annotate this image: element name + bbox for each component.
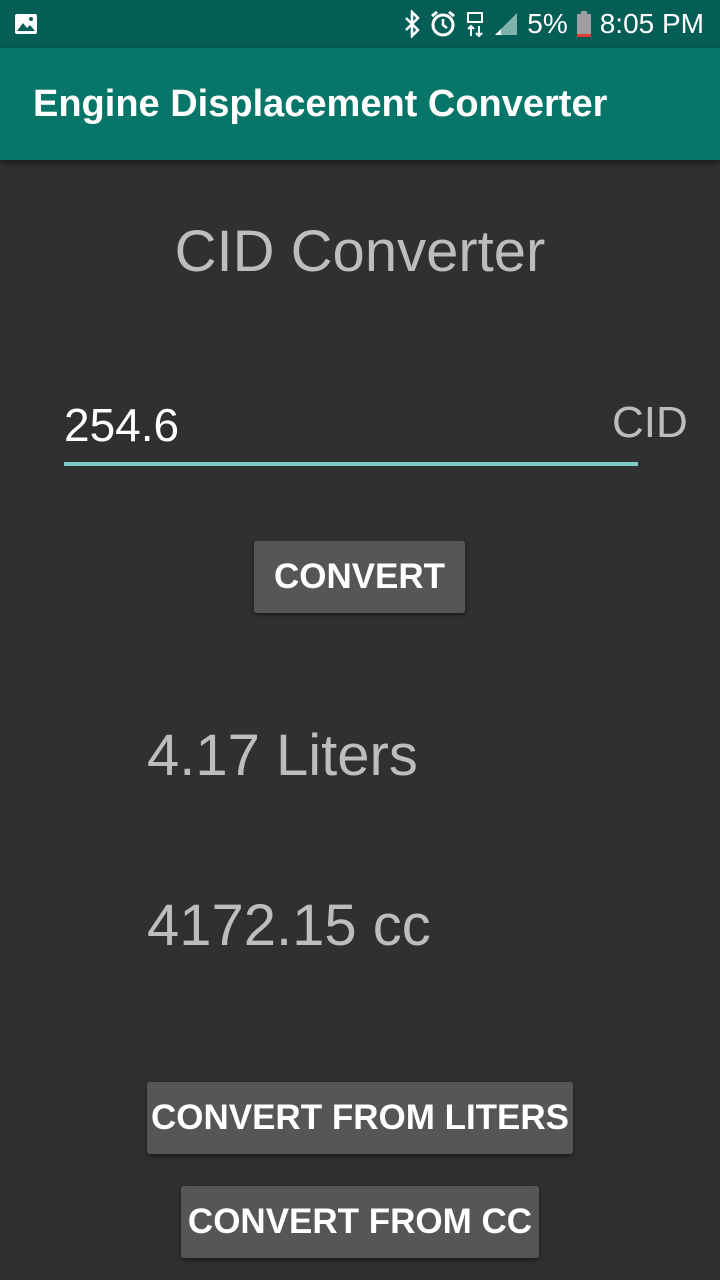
signal-icon (495, 13, 518, 35)
status-icons: 5% 8:05 PM (403, 0, 704, 48)
cid-input-row (64, 388, 638, 468)
convert-button[interactable]: CONVERT (254, 541, 465, 613)
status-time: 8:05 PM (599, 8, 704, 39)
unit-label: CID (612, 398, 688, 447)
app-bar: Engine Displacement Converter (0, 48, 720, 160)
input-underline (64, 462, 638, 466)
lte-data-icon (467, 12, 484, 38)
status-bar: 5% 8:05 PM (0, 0, 720, 48)
app-screen: 5% 8:05 PM Engine Displacement Converter… (0, 0, 720, 1280)
bluetooth-icon (405, 10, 421, 38)
app-title: Engine Displacement Converter (33, 83, 608, 125)
alarm-icon (431, 10, 456, 37)
cid-input[interactable] (64, 388, 638, 462)
battery-percent: 5% (527, 8, 568, 39)
convert-from-liters-button[interactable]: CONVERT FROM LITERS (147, 1082, 573, 1154)
result-liters: 4.17 Liters (147, 723, 418, 788)
battery-icon (576, 11, 591, 37)
convert-from-cc-button[interactable]: CONVERT FROM CC (181, 1186, 539, 1258)
converter-heading: CID Converter (174, 219, 546, 284)
image-notification-icon (15, 14, 37, 34)
result-cc: 4172.15 cc (147, 893, 431, 958)
